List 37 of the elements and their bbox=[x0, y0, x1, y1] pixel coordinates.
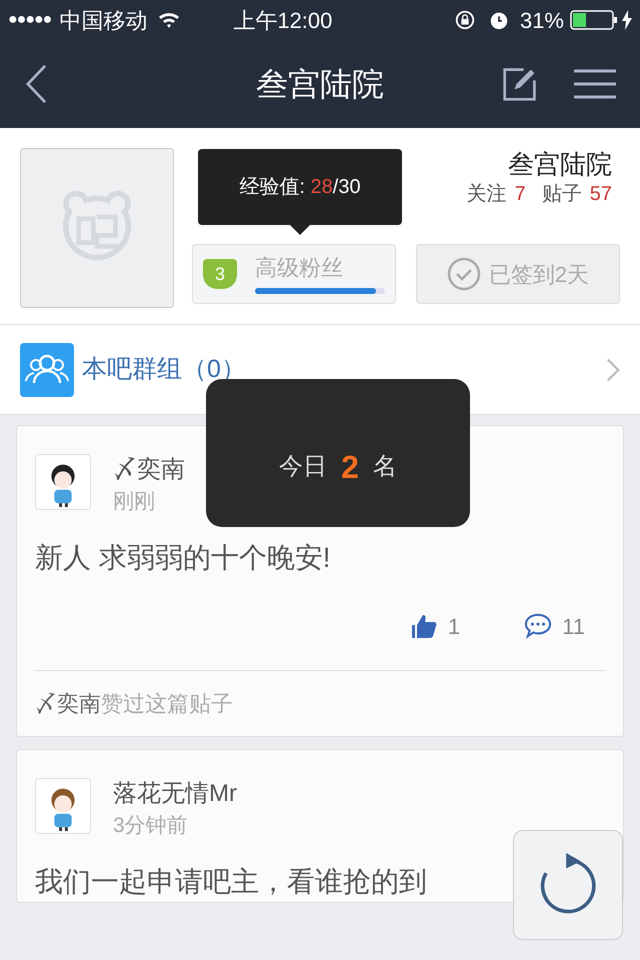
comment-icon[interactable] bbox=[524, 613, 552, 639]
post-text: 新人 求弱弱的十个晚安! bbox=[35, 541, 331, 575]
forum-name: 叁宫陆院 bbox=[508, 148, 612, 180]
wifi-icon bbox=[157, 10, 182, 30]
clock-time: 上午12:00 bbox=[233, 6, 332, 34]
post-time: 3分钟前 bbox=[113, 813, 189, 839]
carrier-name: 中国移动 bbox=[59, 6, 148, 34]
signal-strength: ●●●●● bbox=[8, 10, 52, 30]
author-name: 〆奕南 bbox=[113, 455, 185, 485]
battery-icon bbox=[570, 10, 618, 30]
group-icon bbox=[20, 342, 74, 396]
rotation-lock-icon bbox=[454, 9, 476, 31]
level-badge: 3 bbox=[203, 259, 237, 289]
menu-icon bbox=[574, 69, 616, 99]
post-time: 刚刚 bbox=[113, 489, 156, 515]
posts-count: 57 bbox=[590, 182, 612, 207]
edit-icon bbox=[502, 66, 538, 102]
battery-percent: 31% bbox=[520, 6, 564, 34]
post-text: 我们一起申请吧主，看谁抢的到 bbox=[35, 865, 427, 899]
author-name: 落花无情Mr bbox=[113, 779, 237, 809]
refresh-button[interactable] bbox=[513, 830, 623, 940]
back-icon bbox=[24, 64, 48, 104]
thumbs-up-icon[interactable] bbox=[410, 612, 438, 640]
charging-icon bbox=[622, 10, 632, 30]
post-card[interactable]: 落花无情Mr 3分钟前 我们一起申请吧主，看谁抢的到 bbox=[16, 749, 624, 903]
level-title: 高级粉丝 bbox=[255, 254, 344, 282]
follow-label: 关注 bbox=[466, 182, 507, 207]
posts-label: 贴子 bbox=[542, 182, 582, 207]
comment-count: 11 bbox=[562, 612, 585, 640]
like-count: 1 bbox=[448, 612, 460, 640]
check-circle-icon bbox=[446, 257, 481, 291]
follow-count: 7 bbox=[514, 182, 526, 207]
liked-by-text: 〆奕南赞过这篇贴子 bbox=[35, 691, 233, 716]
experience-text: 经验值: 28/30 bbox=[239, 175, 361, 200]
chevron-right-icon bbox=[606, 356, 620, 382]
page-title: 叁宫陆院 bbox=[256, 65, 384, 104]
rank-text: 今日 2 名 bbox=[279, 448, 397, 487]
